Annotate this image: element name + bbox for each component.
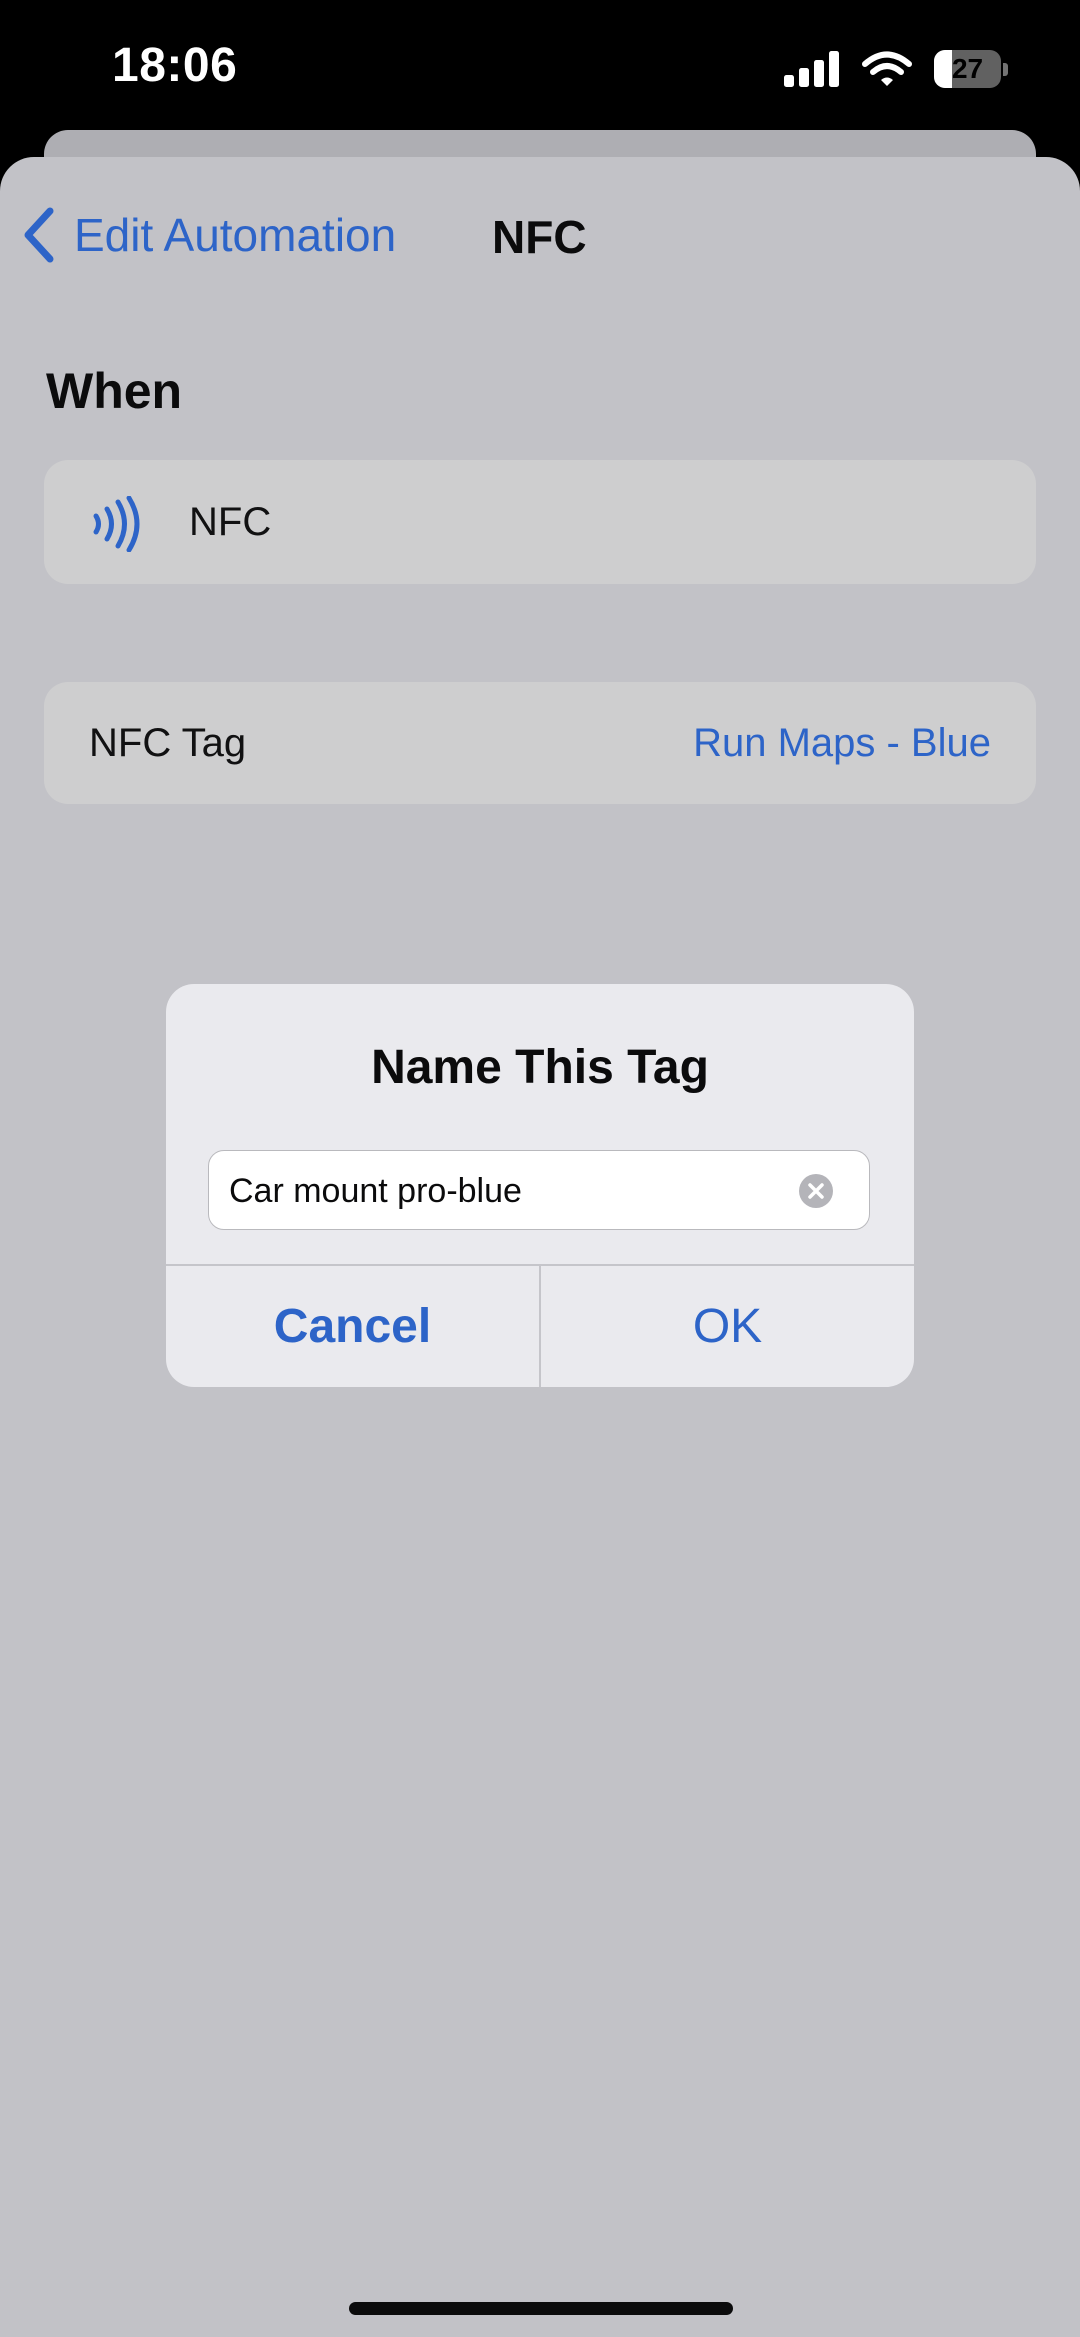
battery-level: 27 [951, 53, 984, 84]
trigger-label: NFC [189, 499, 272, 544]
battery-body: 27 [934, 50, 1002, 88]
cellular-signal-icon [784, 51, 839, 87]
nfc-tag-label: NFC Tag [89, 720, 247, 765]
clear-x-glyph [808, 1183, 824, 1199]
dialog-title: Name This Tag [371, 1041, 709, 1094]
cancel-button[interactable]: Cancel [166, 1265, 539, 1387]
trigger-row-nfc[interactable]: NFC [44, 460, 1036, 584]
battery-icon: 27 [934, 50, 1008, 88]
back-button-label: Edit Automation [74, 209, 397, 261]
chevron-left-icon [24, 207, 54, 263]
back-button[interactable]: Edit Automation [22, 207, 396, 263]
nfc-icon [93, 496, 140, 552]
tag-name-input[interactable]: Car mount pro-blue [208, 1150, 870, 1230]
wifi-icon [862, 51, 912, 86]
clear-text-icon[interactable] [799, 1174, 833, 1208]
status-bar: 18:06 27 [0, 0, 1080, 130]
page-title: NFC [492, 211, 587, 263]
tag-name-input-value: Car mount pro-blue [229, 1172, 522, 1210]
ok-button[interactable]: OK [541, 1265, 914, 1387]
status-icons: 27 [784, 50, 1008, 88]
home-indicator[interactable] [349, 2302, 733, 2315]
status-time: 18:06 [112, 39, 238, 92]
battery-cap [1003, 62, 1008, 76]
name-tag-dialog: Name This Tag Car mount pro-blue Cancel … [166, 984, 914, 1387]
section-header-when: When [46, 363, 183, 419]
nfc-tag-value[interactable]: Run Maps - Blue [693, 721, 991, 766]
nfc-tag-row[interactable]: NFC Tag Run Maps - Blue [44, 682, 1036, 804]
